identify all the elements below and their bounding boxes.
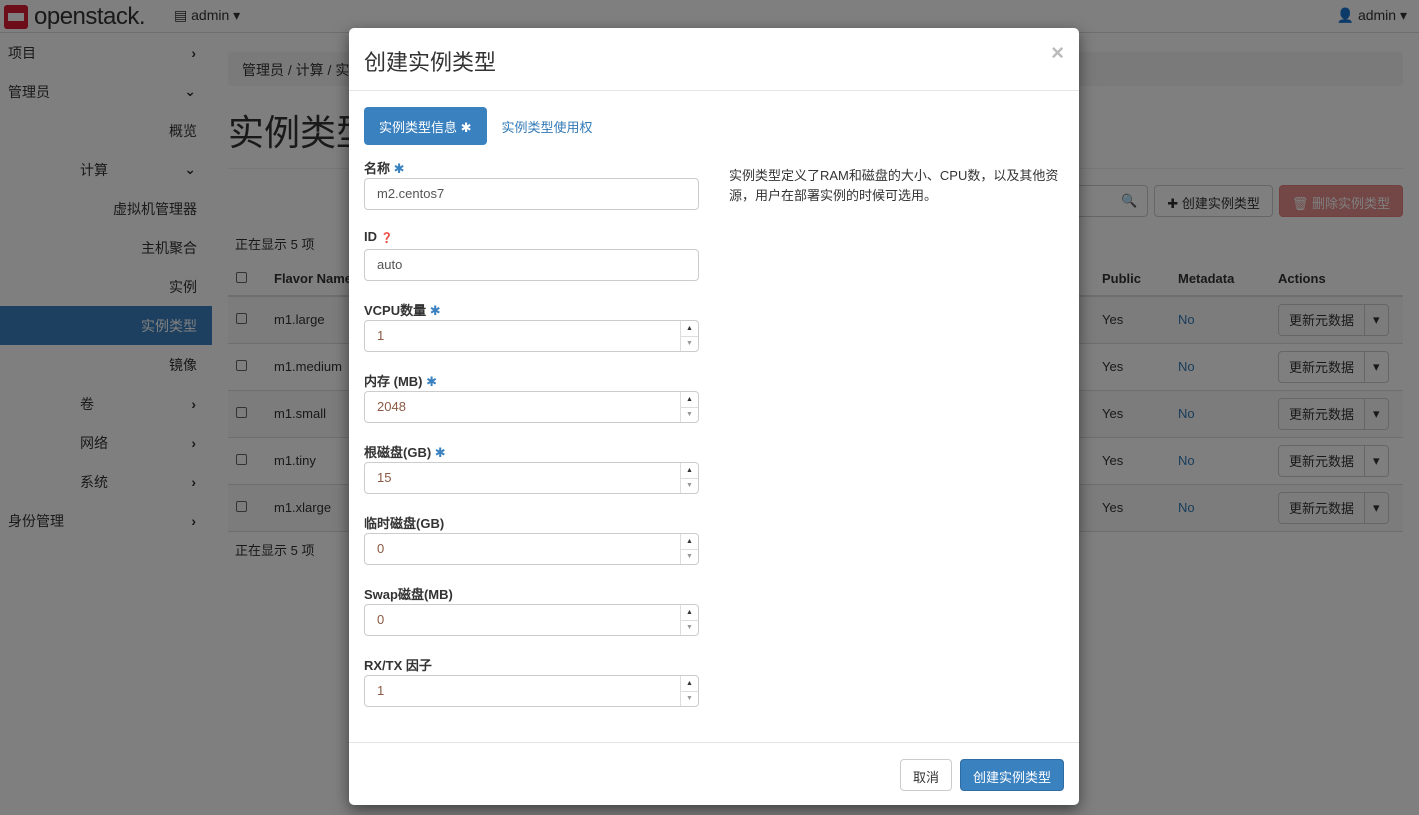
cancel-button[interactable]: 取消 <box>899 759 952 791</box>
required-icon: ✱ <box>429 303 441 318</box>
help-icon: ❓ <box>380 233 394 244</box>
spinner-icon[interactable]: ▲ ▼ <box>680 392 698 422</box>
field-label: ID ❓ <box>364 229 394 244</box>
spinner-icon[interactable]: ▲ ▼ <box>680 463 698 493</box>
field-label: 内存 (MB) ✱ <box>364 374 438 389</box>
form-group: RX/TX 因子 1 ▲ ▼ <box>364 653 699 707</box>
field-label: RX/TX 因子 <box>364 658 432 673</box>
form-group: 临时磁盘(GB) 0 ▲ ▼ <box>364 511 699 565</box>
spinner-icon[interactable]: ▲ ▼ <box>680 676 698 706</box>
tab-flavor-info[interactable]: 实例类型信息 ✱ <box>364 107 487 145</box>
field-label: 名称 ✱ <box>364 161 405 176</box>
field-label: 根磁盘(GB) ✱ <box>364 445 446 460</box>
form-group: Swap磁盘(MB) 0 ▲ ▼ <box>364 582 699 636</box>
number-input[interactable]: 0 ▲ ▼ <box>364 533 699 565</box>
text-input[interactable]: auto <box>364 249 699 281</box>
form-group: VCPU数量 ✱ 1 ▲ ▼ <box>364 298 699 352</box>
required-icon: ✱ <box>393 161 405 176</box>
required-icon: ✱ <box>434 445 446 460</box>
close-icon[interactable]: × <box>1051 40 1064 66</box>
field-label: VCPU数量 ✱ <box>364 303 441 318</box>
tab-flavor-access[interactable]: 实例类型使用权 <box>487 107 608 145</box>
submit-create-flavor-button[interactable]: 创建实例类型 <box>959 759 1064 791</box>
form-group: 根磁盘(GB) ✱ 15 ▲ ▼ <box>364 440 699 494</box>
create-flavor-modal: 创建实例类型 × 实例类型信息 ✱ 实例类型使用权 名称 ✱ m2.centos… <box>349 28 1079 805</box>
help-text: 实例类型定义了RAM和磁盘的大小、CPU数，以及其他资源，用户在部署实例的时候可… <box>729 168 1059 203</box>
form-group: ID ❓ auto <box>364 227 699 281</box>
number-input[interactable]: 15 ▲ ▼ <box>364 462 699 494</box>
spinner-icon[interactable]: ▲ ▼ <box>680 534 698 564</box>
text-input[interactable]: m2.centos7 <box>364 178 699 210</box>
number-input[interactable]: 2048 ▲ ▼ <box>364 391 699 423</box>
spinner-icon[interactable]: ▲ ▼ <box>680 321 698 351</box>
required-icon: ✱ <box>426 374 438 389</box>
number-input[interactable]: 1 ▲ ▼ <box>364 320 699 352</box>
field-label: Swap磁盘(MB) <box>364 587 453 602</box>
number-input[interactable]: 1 ▲ ▼ <box>364 675 699 707</box>
form-group: 名称 ✱ m2.centos7 <box>364 156 699 210</box>
form-group: 内存 (MB) ✱ 2048 ▲ ▼ <box>364 369 699 423</box>
spinner-icon[interactable]: ▲ ▼ <box>680 605 698 635</box>
field-label: 临时磁盘(GB) <box>364 516 445 531</box>
modal-title: 创建实例类型 <box>364 50 497 75</box>
number-input[interactable]: 0 ▲ ▼ <box>364 604 699 636</box>
flavor-form: 名称 ✱ m2.centos7 ID ❓ auto VCPU数量 ✱ 1 ▲ ▼ 内存 (… <box>364 156 699 724</box>
